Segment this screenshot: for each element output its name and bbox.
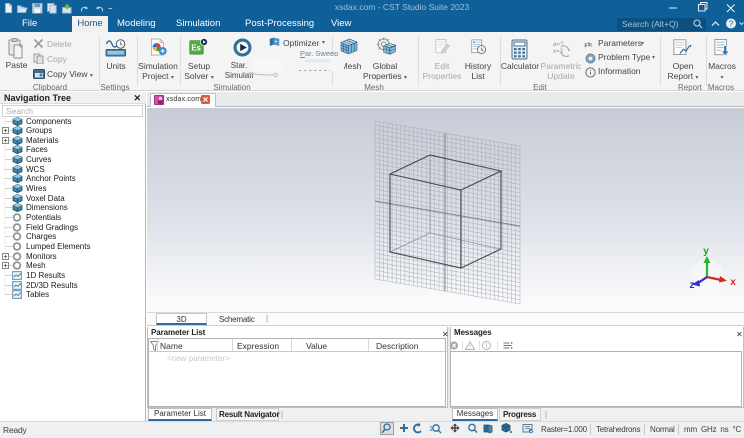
svg-text:Es: Es [191,44,201,53]
svg-text:y: y [703,246,709,257]
svg-text:1: 1 [429,426,433,433]
svg-text:?: ? [729,19,734,28]
svg-text:x: x [730,277,736,288]
svg-text:z: z [690,280,695,291]
svg-text:x: x [589,42,593,49]
